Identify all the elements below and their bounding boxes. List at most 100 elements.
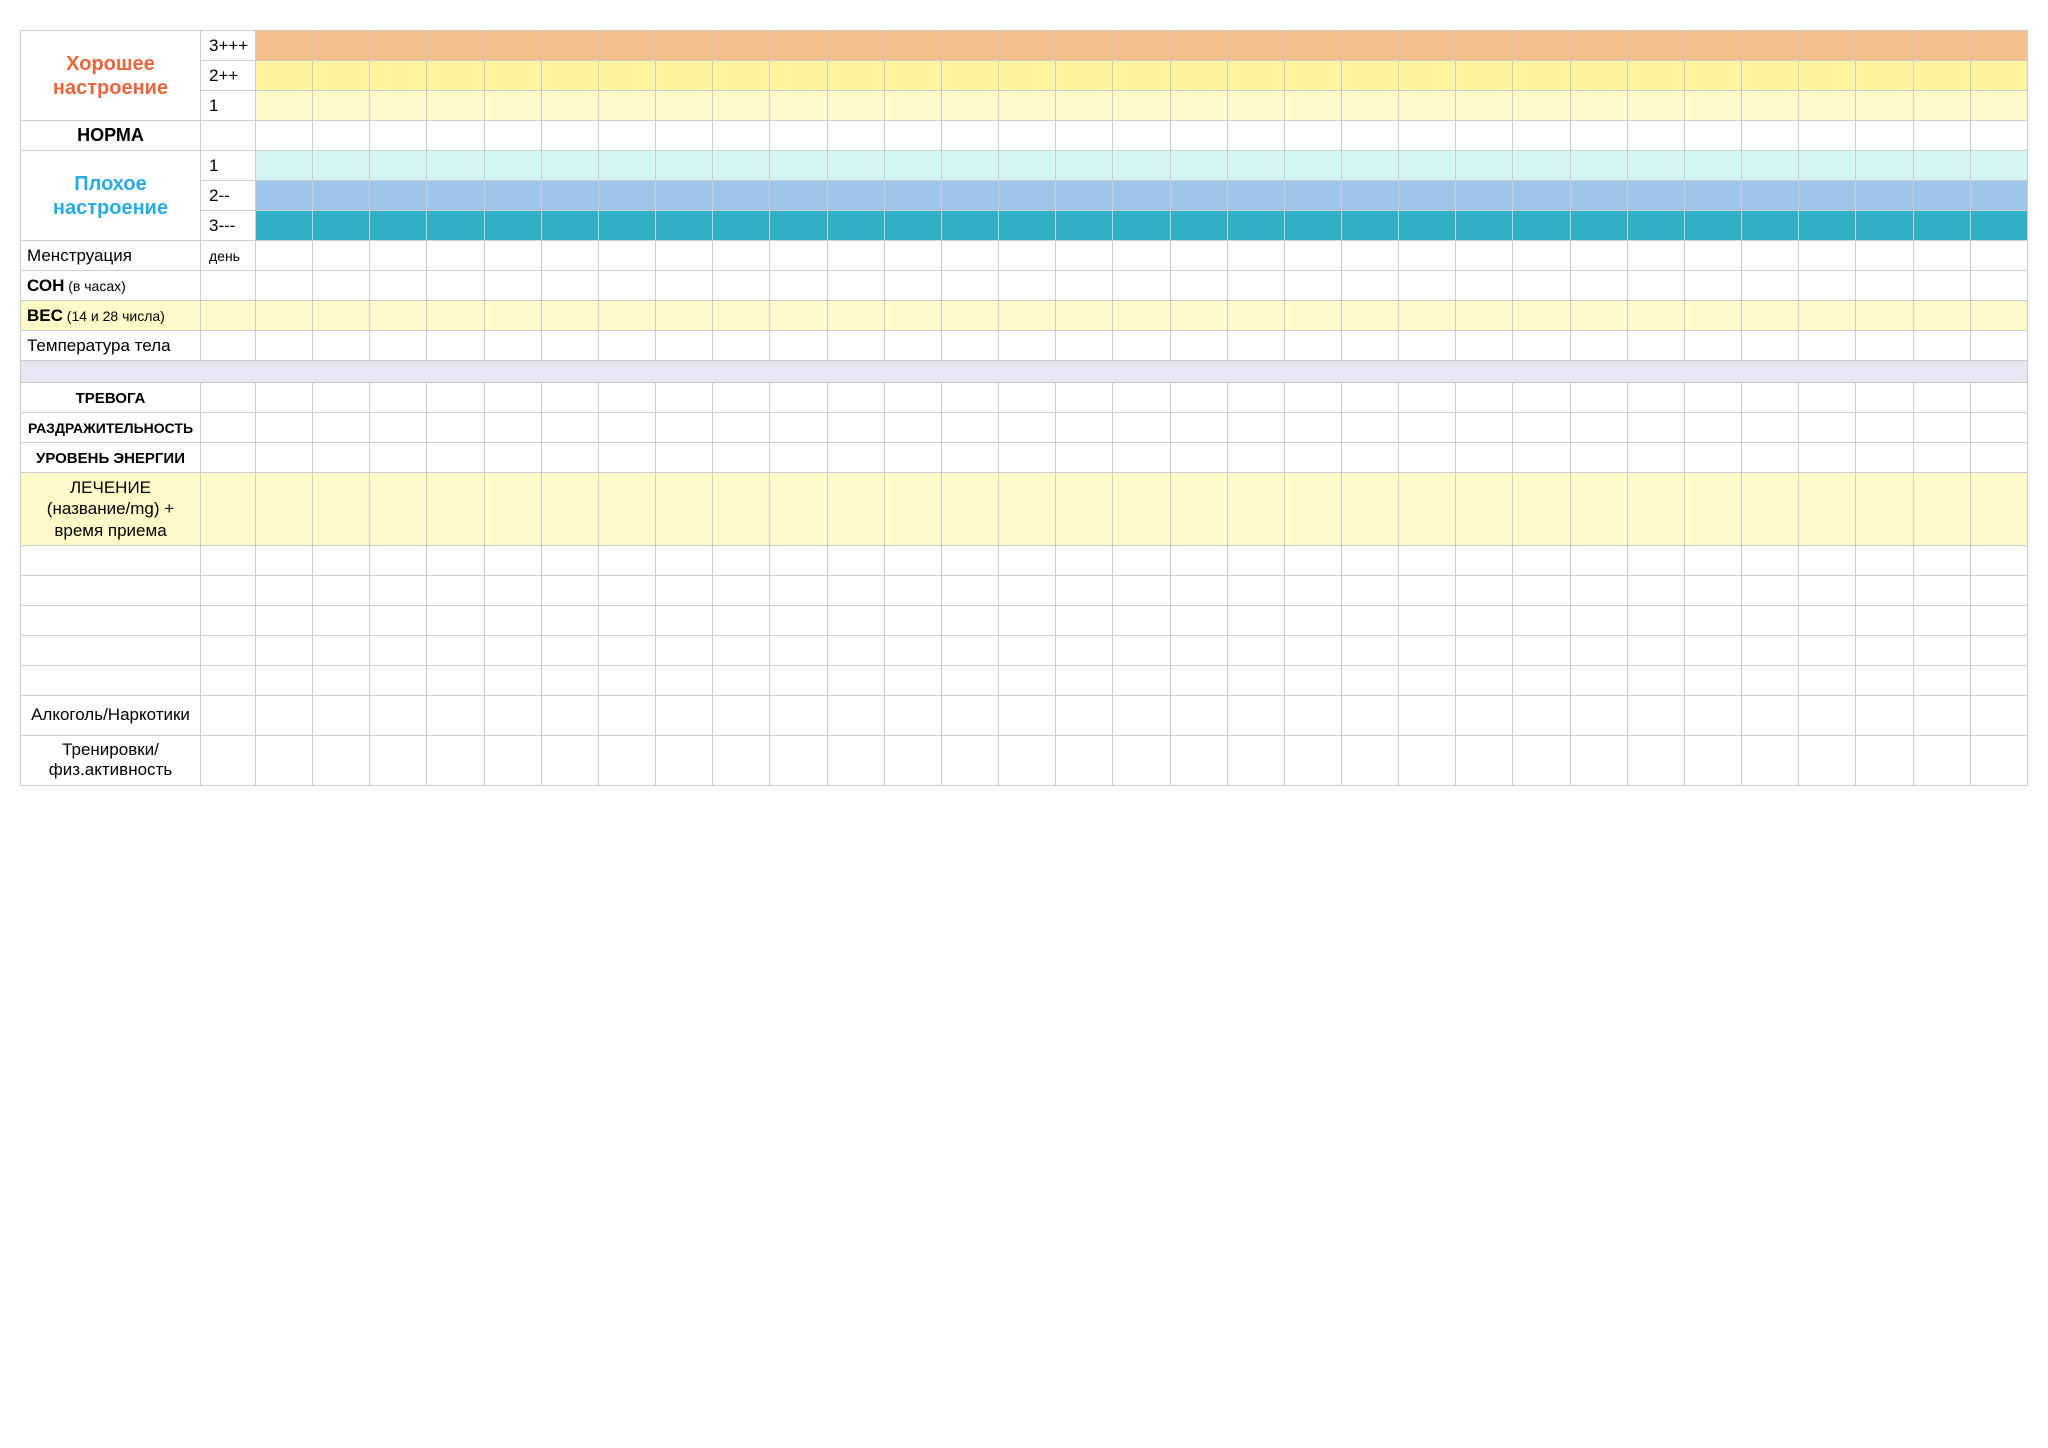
day-cell[interactable]	[484, 575, 541, 605]
day-cell[interactable]	[1742, 635, 1799, 665]
day-cell[interactable]	[941, 413, 998, 443]
day-cell[interactable]	[1227, 695, 1284, 735]
day-cell[interactable]	[1113, 575, 1170, 605]
day-cell[interactable]	[1113, 301, 1170, 331]
day-cell[interactable]	[1513, 473, 1570, 546]
day-cell[interactable]	[313, 695, 370, 735]
day-cell[interactable]	[1913, 181, 1970, 211]
day-cell[interactable]	[1341, 61, 1398, 91]
day-cell[interactable]	[1570, 473, 1627, 546]
day-cell[interactable]	[1627, 545, 1684, 575]
day-cell[interactable]	[884, 331, 941, 361]
day-cell[interactable]	[1684, 121, 1741, 151]
day-cell[interactable]	[1684, 151, 1741, 181]
day-cell[interactable]	[1913, 331, 1970, 361]
day-cell[interactable]	[1570, 605, 1627, 635]
day-cell[interactable]	[770, 383, 827, 413]
empty-sub[interactable]	[201, 605, 256, 635]
day-cell[interactable]	[941, 735, 998, 785]
day-cell[interactable]	[770, 151, 827, 181]
day-cell[interactable]	[1056, 91, 1113, 121]
day-cell[interactable]	[1856, 473, 1913, 546]
day-cell[interactable]	[1627, 575, 1684, 605]
day-cell[interactable]	[884, 545, 941, 575]
day-cell[interactable]	[1742, 61, 1799, 91]
day-cell[interactable]	[1913, 695, 1970, 735]
day-cell[interactable]	[1227, 635, 1284, 665]
day-cell[interactable]	[1341, 151, 1398, 181]
day-cell[interactable]	[1227, 735, 1284, 785]
day-cell[interactable]	[884, 605, 941, 635]
day-cell[interactable]	[1113, 241, 1170, 271]
day-cell[interactable]	[1913, 211, 1970, 241]
day-cell[interactable]	[1170, 181, 1227, 211]
day-cell[interactable]	[1913, 665, 1970, 695]
day-cell[interactable]	[999, 635, 1056, 665]
day-cell[interactable]	[541, 665, 598, 695]
day-cell[interactable]	[1170, 211, 1227, 241]
day-cell[interactable]	[941, 331, 998, 361]
day-cell[interactable]	[1227, 443, 1284, 473]
day-cell[interactable]	[313, 331, 370, 361]
day-cell[interactable]	[1170, 413, 1227, 443]
day-cell[interactable]	[1113, 443, 1170, 473]
day-cell[interactable]	[1341, 605, 1398, 635]
day-cell[interactable]	[1570, 413, 1627, 443]
day-cell[interactable]	[1341, 473, 1398, 546]
day-cell[interactable]	[656, 61, 713, 91]
day-cell[interactable]	[1684, 605, 1741, 635]
day-cell[interactable]	[370, 91, 427, 121]
day-cell[interactable]	[1513, 61, 1570, 91]
day-cell[interactable]	[884, 635, 941, 665]
day-cell[interactable]	[941, 665, 998, 695]
day-cell[interactable]	[1227, 575, 1284, 605]
day-cell[interactable]	[1913, 575, 1970, 605]
day-cell[interactable]	[1970, 151, 2027, 181]
day-cell[interactable]	[427, 473, 484, 546]
day-cell[interactable]	[370, 181, 427, 211]
day-cell[interactable]	[1856, 605, 1913, 635]
day-cell[interactable]	[1399, 331, 1456, 361]
day-cell[interactable]	[884, 271, 941, 301]
day-cell[interactable]	[713, 61, 770, 91]
day-cell[interactable]	[427, 91, 484, 121]
day-cell[interactable]	[884, 241, 941, 271]
day-cell[interactable]	[656, 575, 713, 605]
day-cell[interactable]	[1742, 473, 1799, 546]
day-cell[interactable]	[1856, 181, 1913, 211]
day-cell[interactable]	[1799, 665, 1856, 695]
day-cell[interactable]	[1227, 605, 1284, 635]
day-cell[interactable]	[427, 31, 484, 61]
day-cell[interactable]	[1856, 31, 1913, 61]
day-cell[interactable]	[1227, 61, 1284, 91]
day-cell[interactable]	[541, 443, 598, 473]
day-cell[interactable]	[427, 331, 484, 361]
day-cell[interactable]	[1399, 301, 1456, 331]
day-cell[interactable]	[656, 121, 713, 151]
day-cell[interactable]	[1513, 301, 1570, 331]
day-cell[interactable]	[1170, 605, 1227, 635]
day-cell[interactable]	[1856, 383, 1913, 413]
day-cell[interactable]	[1742, 91, 1799, 121]
day-cell[interactable]	[1170, 665, 1227, 695]
day-cell[interactable]	[1227, 91, 1284, 121]
day-cell[interactable]	[999, 605, 1056, 635]
day-cell[interactable]	[1399, 91, 1456, 121]
day-cell[interactable]	[1742, 443, 1799, 473]
day-cell[interactable]	[713, 181, 770, 211]
day-cell[interactable]	[1570, 443, 1627, 473]
day-cell[interactable]	[1627, 241, 1684, 271]
day-cell[interactable]	[484, 545, 541, 575]
day-cell[interactable]	[313, 443, 370, 473]
day-cell[interactable]	[1056, 545, 1113, 575]
day-cell[interactable]	[598, 301, 655, 331]
day-cell[interactable]	[541, 181, 598, 211]
day-cell[interactable]	[1399, 605, 1456, 635]
day-cell[interactable]	[770, 271, 827, 301]
day-cell[interactable]	[1856, 665, 1913, 695]
day-cell[interactable]	[1113, 151, 1170, 181]
day-cell[interactable]	[656, 241, 713, 271]
day-cell[interactable]	[256, 121, 313, 151]
day-cell[interactable]	[1113, 695, 1170, 735]
day-cell[interactable]	[1513, 181, 1570, 211]
